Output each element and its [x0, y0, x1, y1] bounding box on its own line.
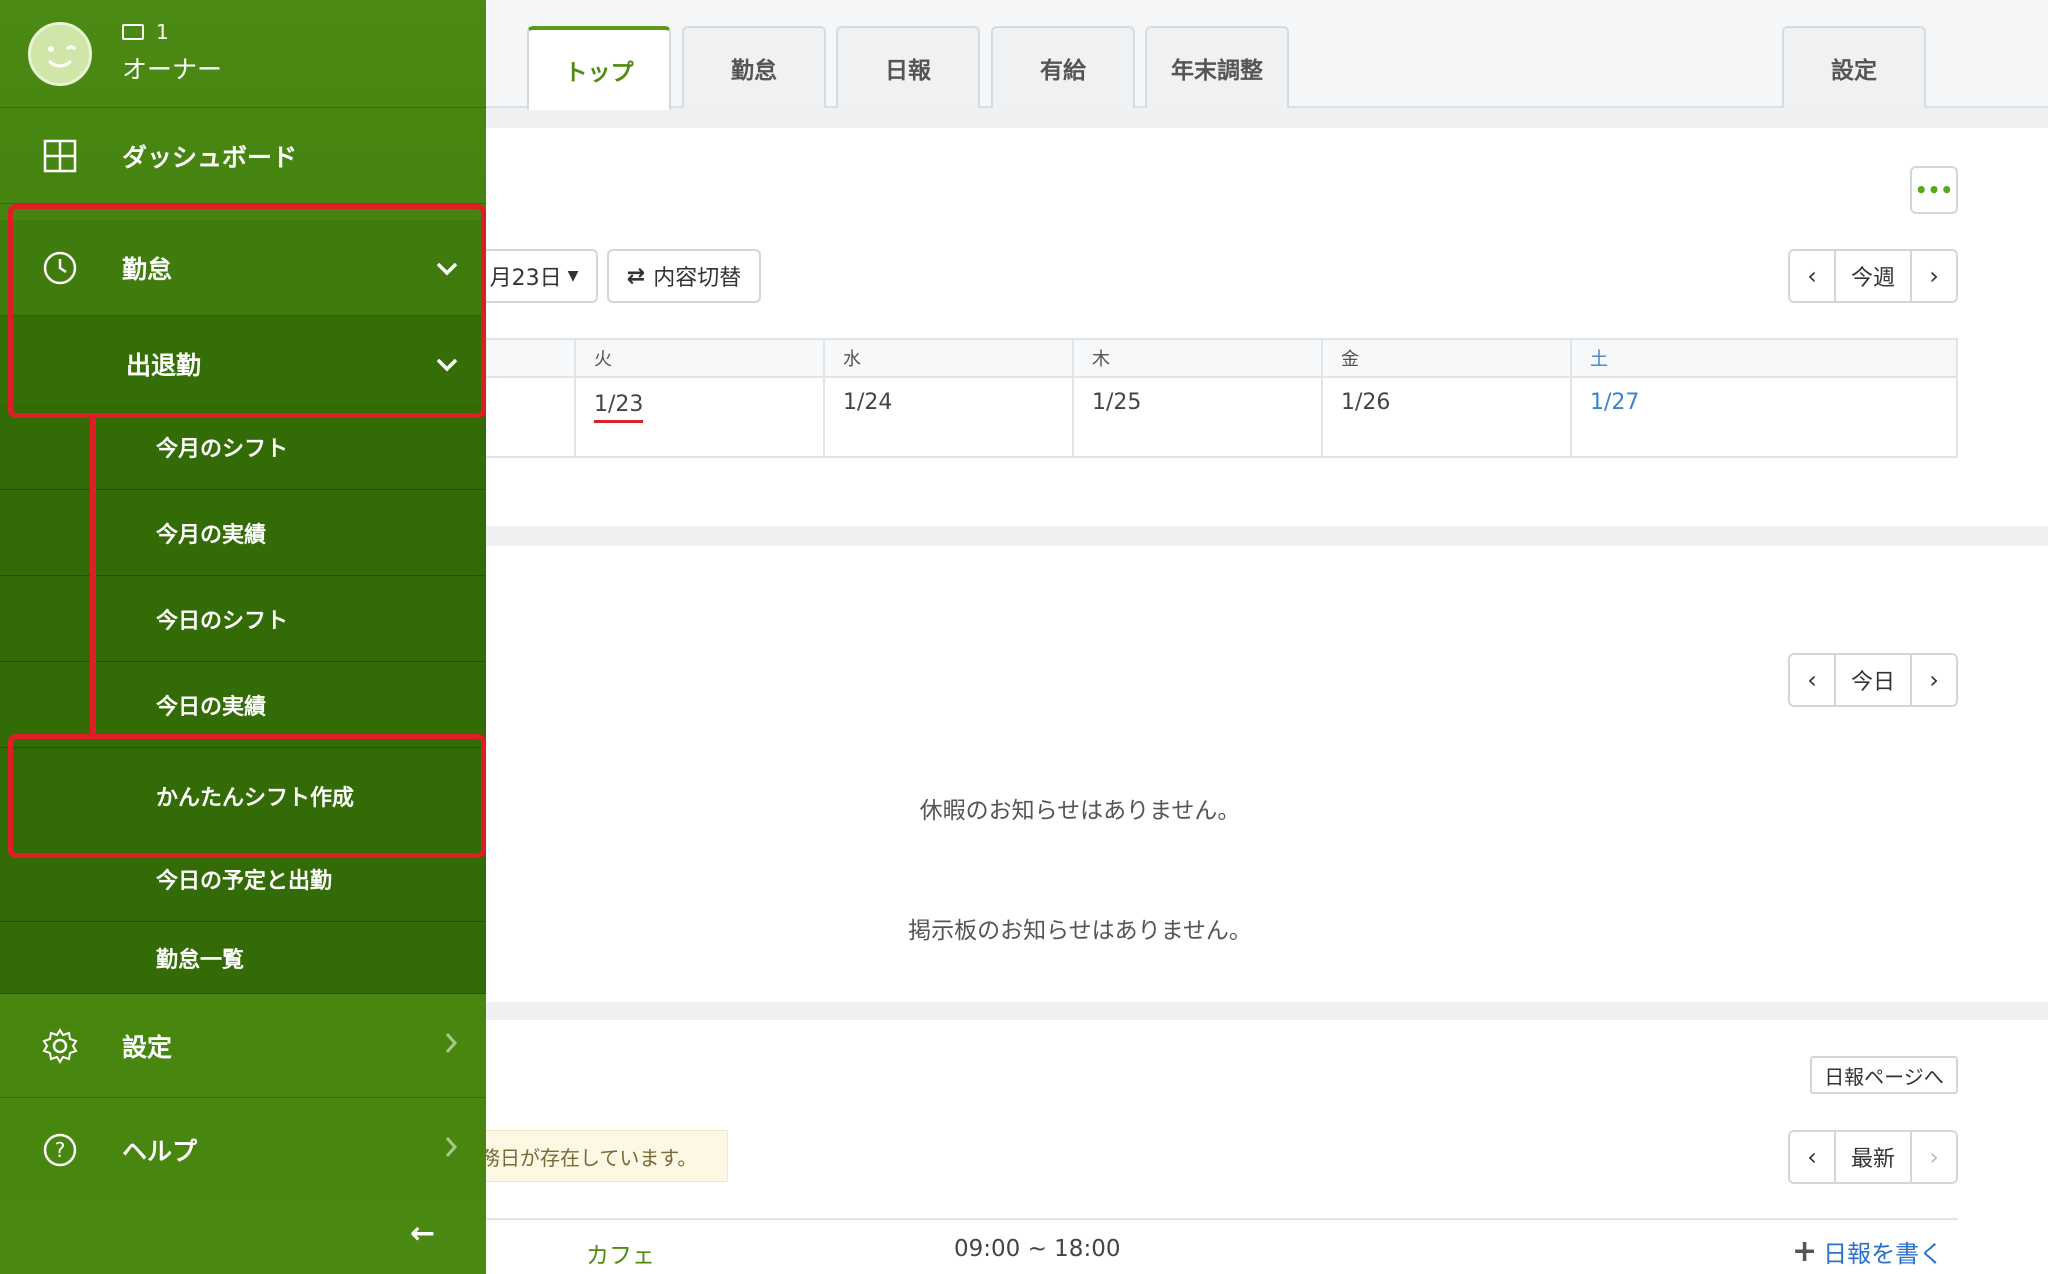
- sidebar-subitem-today-shift[interactable]: 今日のシフト: [0, 576, 486, 662]
- help-icon: ?: [40, 1130, 80, 1170]
- subitem-label: かんたんシフト作成: [156, 785, 355, 811]
- chevron-down-icon: [436, 349, 458, 379]
- clock-icon: [40, 248, 80, 288]
- tab-daily-report[interactable]: 日報: [836, 26, 980, 108]
- sidebar-item-label: 出退勤: [126, 350, 202, 380]
- svg-text:?: ?: [55, 1138, 66, 1162]
- sidebar-subitem-easy-shift[interactable]: かんたんシフト作成: [0, 748, 486, 844]
- vacation-notice: 休暇のお知らせはありません。: [919, 798, 1241, 824]
- date-cell[interactable]: 1/24: [823, 378, 1072, 456]
- tab-top[interactable]: トップ: [527, 26, 671, 110]
- smile-face-icon: [47, 45, 77, 68]
- chevron-down-icon: ▼: [567, 268, 579, 284]
- tab-paid-leave[interactable]: 有給: [991, 26, 1135, 108]
- subitem-label: 今日のシフト: [156, 608, 289, 634]
- store-name[interactable]: カフェ: [586, 1236, 655, 1270]
- week-prev-button[interactable]: ‹: [1790, 251, 1834, 301]
- week-date-row: /22 1/23 1/24 1/25 1/26 1/27: [382, 378, 1956, 456]
- sidebar-item-clock[interactable]: 出退勤: [0, 316, 486, 412]
- subitem-label: 今月のシフト: [156, 436, 289, 462]
- subitem-label: 今日の実績: [156, 694, 267, 720]
- latest-nav: ‹ 最新 ›: [1788, 1130, 1958, 1184]
- chevron-right-icon: [444, 1135, 458, 1165]
- id-card-icon: [122, 24, 144, 40]
- chevron-right-icon: [444, 1031, 458, 1061]
- latest-next-button[interactable]: ›: [1912, 1132, 1956, 1182]
- latest-button[interactable]: 最新: [1834, 1132, 1912, 1182]
- date-cell[interactable]: 1/26: [1321, 378, 1570, 456]
- tab-attendance[interactable]: 勤怠: [682, 26, 826, 108]
- avatar: [28, 22, 92, 86]
- sidebar-subitem-today-schedule[interactable]: 今日の予定と出勤: [0, 836, 486, 922]
- week-table: 日 火 水 木 金 土 /22 1/23 1/24 1/25 1/26 1/27: [380, 338, 1958, 458]
- user-id: 1: [156, 20, 169, 44]
- subitem-label: 今月の実績: [156, 522, 267, 548]
- chevron-down-icon: [436, 253, 458, 283]
- board-notice: 掲示板のお知らせはありません。: [908, 918, 1252, 944]
- swap-icon: ⇄: [626, 263, 646, 289]
- sidebar-item-label: ヘルプ: [122, 1137, 198, 1166]
- subitem-label: 勤怠一覧: [156, 947, 245, 973]
- weekday-header: 木: [1072, 340, 1321, 376]
- week-nav: ‹ 今週 ›: [1788, 249, 1958, 303]
- write-report-link[interactable]: + 日報を書く: [1792, 1234, 1943, 1269]
- weekday-header: 火: [574, 340, 823, 376]
- date-cell-saturday[interactable]: 1/27: [1570, 378, 1819, 456]
- today-button[interactable]: 今日: [1834, 655, 1912, 705]
- day-prev-button[interactable]: ‹: [1790, 655, 1834, 705]
- more-button[interactable]: •••: [1910, 166, 1958, 214]
- sidebar-subitem-month-shift[interactable]: 今月のシフト: [0, 404, 486, 490]
- sidebar-item-label: 設定: [122, 1032, 173, 1062]
- sidebar-item-dashboard[interactable]: ダッシュボード: [0, 108, 486, 204]
- date-select[interactable]: 月23日 ▼: [470, 249, 598, 303]
- weekday-header-saturday: 土: [1570, 340, 1819, 376]
- today-date: 1/23: [594, 390, 644, 423]
- date-cell[interactable]: 1/25: [1072, 378, 1321, 456]
- switch-content-label: 内容切替: [653, 266, 742, 291]
- tab-year-end[interactable]: 年末調整: [1145, 26, 1289, 108]
- sidebar-item-settings[interactable]: 設定: [0, 994, 486, 1098]
- subitem-label: 今日の予定と出勤: [156, 868, 333, 894]
- plus-icon: +: [1792, 1234, 1818, 1269]
- sidebar-item-label: ダッシュボード: [122, 142, 298, 172]
- shift-time: 09:00 ~ 18:00: [954, 1236, 1121, 1262]
- day-next-button[interactable]: ›: [1912, 655, 1956, 705]
- divider: [480, 1218, 1958, 1220]
- this-week-button[interactable]: 今週: [1834, 251, 1912, 301]
- date-cell-today[interactable]: 1/23: [574, 378, 823, 456]
- tab-settings[interactable]: 設定: [1782, 26, 1926, 108]
- day-nav: ‹ 今日 ›: [1788, 653, 1958, 707]
- collapse-sidebar-icon[interactable]: ←: [410, 1216, 435, 1251]
- highlight-connector: [90, 418, 96, 734]
- warning-notice: 務日が存在しています。: [480, 1130, 728, 1182]
- gear-icon: [40, 1026, 80, 1066]
- sidebar-item-attendance[interactable]: 勤怠: [0, 220, 486, 316]
- switch-content-button[interactable]: ⇄ 内容切替: [607, 249, 761, 303]
- latest-prev-button[interactable]: ‹: [1790, 1132, 1834, 1182]
- user-name: オーナー: [122, 55, 223, 84]
- sidebar-subitem-today-record[interactable]: 今日の実績: [0, 662, 486, 748]
- sidebar-item-help[interactable]: ? ヘルプ: [0, 1098, 486, 1202]
- week-next-button[interactable]: ›: [1912, 251, 1956, 301]
- grid-icon: [40, 136, 80, 176]
- daily-report-page-button[interactable]: 日報ページへ: [1810, 1056, 1958, 1094]
- write-report-label: 日報を書く: [1823, 1240, 1944, 1268]
- sidebar-subitem-attendance-list[interactable]: 勤怠一覧: [0, 922, 486, 994]
- weekday-header: 水: [823, 340, 1072, 376]
- date-select-label: 月23日: [489, 266, 562, 291]
- sidebar-item-label: 勤怠: [122, 254, 173, 284]
- user-profile[interactable]: 1 オーナー: [0, 0, 486, 108]
- sidebar: 1 オーナー ダッシュボード 勤怠 出退勤 今月のシフト 今月の実績 今日のシフ…: [0, 0, 486, 1274]
- sidebar-subitem-month-record[interactable]: 今月の実績: [0, 490, 486, 576]
- week-header-row: 日 火 水 木 金 土: [382, 340, 1956, 378]
- weekday-header: 金: [1321, 340, 1570, 376]
